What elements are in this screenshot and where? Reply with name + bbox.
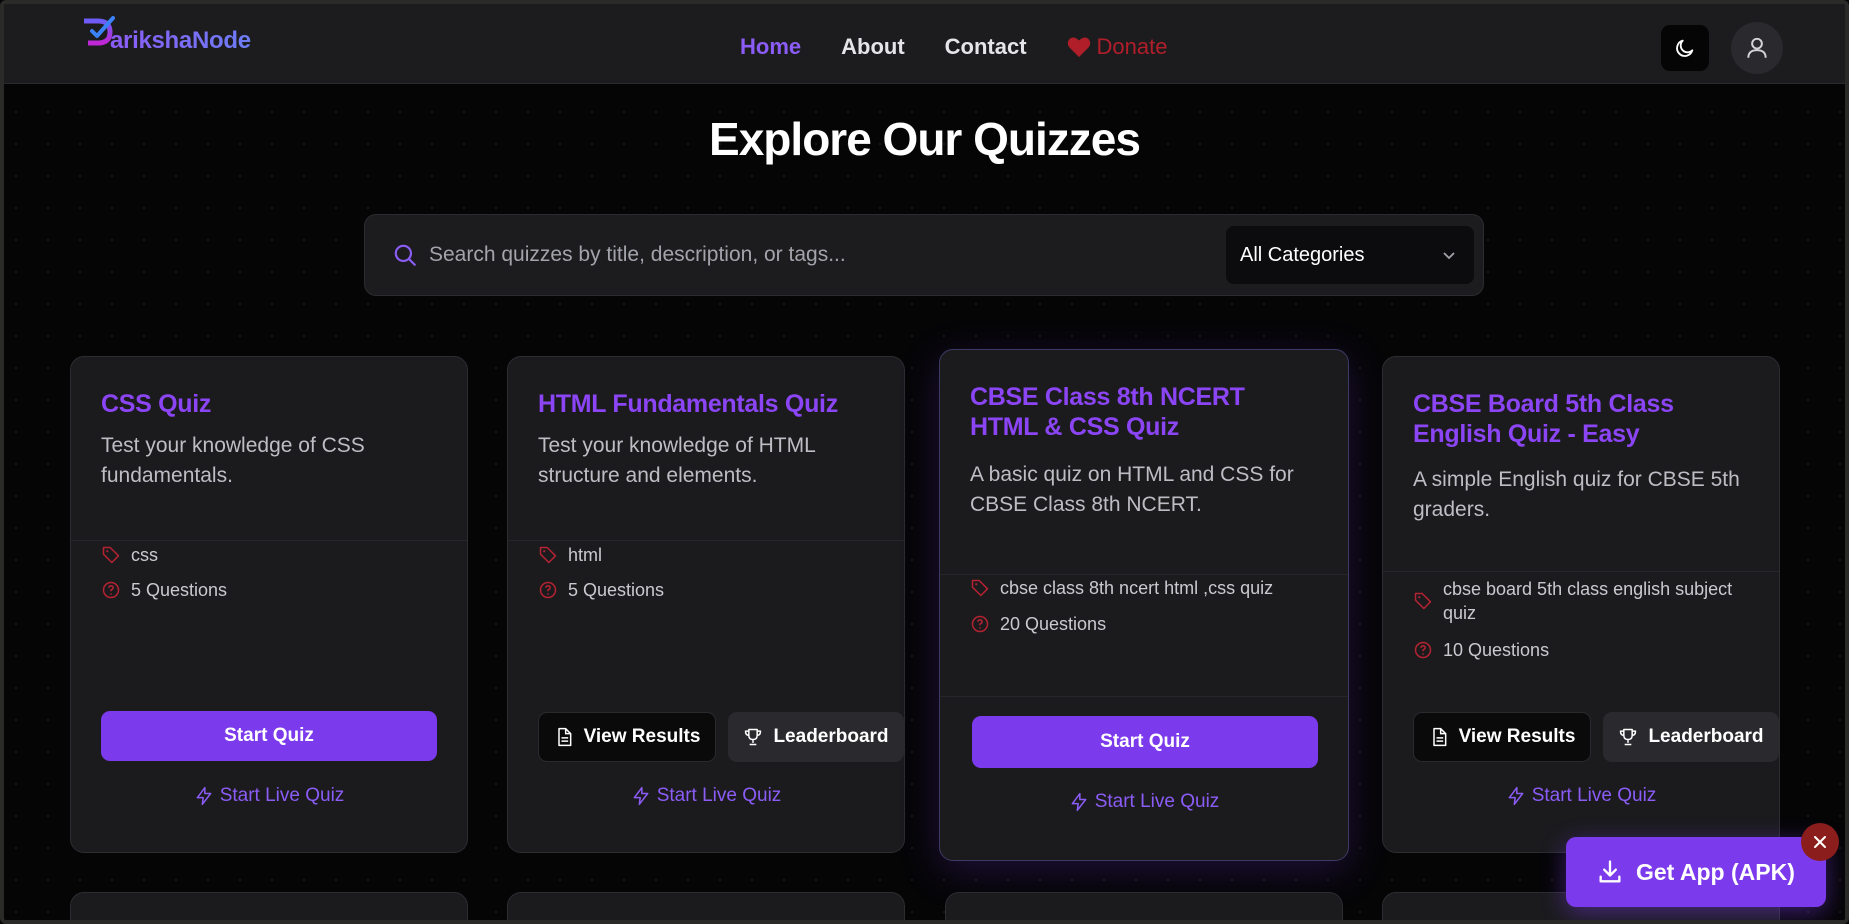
quiz-question-count: 5 Questions xyxy=(131,580,228,600)
help-circle-icon xyxy=(102,581,120,599)
help-circle-icon xyxy=(971,615,989,633)
search-bar: All Categories xyxy=(364,214,1484,296)
quiz-card: HTML Fundamentals Quiz Test your knowled… xyxy=(507,356,905,853)
start-live-quiz-link[interactable]: Start Live Quiz xyxy=(508,785,904,807)
card-divider xyxy=(940,574,1348,575)
main-nav: Home About Contact Donate xyxy=(740,34,1168,60)
view-results-label: View Results xyxy=(583,726,701,747)
trophy-icon xyxy=(745,728,762,746)
quiz-question-count: 10 Questions xyxy=(1443,640,1550,660)
leaderboard-label: Leaderboard xyxy=(773,726,889,747)
download-icon xyxy=(1599,860,1621,883)
start-live-quiz-label: Start Live Quiz xyxy=(1531,785,1657,806)
start-live-quiz-link[interactable]: Start Live Quiz xyxy=(940,791,1348,813)
quiz-questions-row: 20 Questions xyxy=(970,612,1330,636)
quiz-question-count: 5 Questions xyxy=(568,580,665,600)
search-icon xyxy=(392,242,418,273)
quiz-card: CSS Quiz Test your knowledge of CSS fund… xyxy=(70,356,468,853)
quiz-tag-row: html xyxy=(538,543,878,567)
zap-icon xyxy=(196,786,212,806)
leaderboard-button[interactable]: Leaderboard xyxy=(728,712,904,762)
help-circle-icon xyxy=(539,581,557,599)
category-select-value: All Categories xyxy=(1240,243,1365,266)
quiz-card xyxy=(945,892,1343,924)
quiz-card xyxy=(507,892,905,924)
quiz-title[interactable]: HTML Fundamentals Quiz xyxy=(538,389,888,419)
close-get-app-button[interactable] xyxy=(1801,823,1839,861)
close-icon xyxy=(1814,836,1826,848)
user-icon xyxy=(1747,37,1767,58)
nav-donate[interactable]: Donate xyxy=(1067,34,1168,60)
search-input[interactable] xyxy=(429,235,1169,275)
nav-donate-label: Donate xyxy=(1096,34,1168,59)
nav-home[interactable]: Home xyxy=(740,34,801,60)
get-app-button[interactable]: Get App (APK) xyxy=(1566,837,1826,907)
quiz-questions-row: 5 Questions xyxy=(101,578,441,602)
top-navbar: arikshaNode Home About Contact Donate xyxy=(4,4,1845,84)
tag-icon xyxy=(971,579,989,597)
quiz-description: Test your knowledge of CSS fundamentals. xyxy=(101,434,365,487)
start-quiz-button[interactable]: Start Quiz xyxy=(972,716,1318,768)
quiz-card: CBSE Board 5th Class English Quiz - Easy… xyxy=(1382,356,1780,853)
zap-icon xyxy=(1071,792,1087,812)
zap-icon xyxy=(633,786,649,806)
quiz-question-count: 20 Questions xyxy=(1000,614,1107,634)
quiz-title[interactable]: CBSE Board 5th Class English Quiz - Easy xyxy=(1413,389,1733,449)
file-icon xyxy=(1432,727,1446,747)
leaderboard-label: Leaderboard xyxy=(1648,726,1764,747)
start-live-quiz-label: Start Live Quiz xyxy=(1094,791,1220,812)
category-select[interactable]: All Categories xyxy=(1226,226,1474,284)
page-title: Explore Our Quizzes xyxy=(709,113,1141,165)
logo-icon xyxy=(80,15,118,63)
start-quiz-button[interactable]: Start Quiz xyxy=(101,711,437,761)
quiz-tag: cbse board 5th class english subject qui… xyxy=(1443,579,1733,623)
help-circle-icon xyxy=(1414,641,1432,659)
quiz-title[interactable]: CBSE Class 8th NCERT HTML & CSS Quiz xyxy=(970,382,1270,442)
user-account-button[interactable] xyxy=(1731,22,1783,74)
quiz-title[interactable]: CSS Quiz xyxy=(101,389,441,419)
tag-icon xyxy=(1414,592,1432,610)
chevron-down-icon xyxy=(1443,252,1455,260)
quiz-questions-row: 10 Questions xyxy=(1413,638,1753,662)
view-results-button[interactable]: View Results xyxy=(1413,712,1591,762)
heart-icon xyxy=(1067,37,1090,57)
quiz-description: Test your knowledge of HTML structure an… xyxy=(538,434,816,487)
quiz-description: A basic quiz on HTML and CSS for CBSE Cl… xyxy=(970,463,1294,516)
quiz-tag-row: cbse board 5th class english subject qui… xyxy=(1413,577,1753,625)
quiz-tag: css xyxy=(131,545,158,565)
trophy-icon xyxy=(1620,728,1637,746)
file-icon xyxy=(557,727,571,747)
nav-about[interactable]: About xyxy=(841,34,905,60)
quiz-tag-row: cbse class 8th ncert html ,css quiz xyxy=(970,576,1330,600)
leaderboard-button[interactable]: Leaderboard xyxy=(1603,712,1779,762)
brand-name: arikshaNode xyxy=(110,27,251,54)
start-live-quiz-label: Start Live Quiz xyxy=(219,785,345,806)
get-app-label: Get App (APK) xyxy=(1636,858,1795,885)
view-results-label: View Results xyxy=(1458,726,1576,747)
quiz-tag-row: css xyxy=(101,543,441,567)
card-divider xyxy=(508,540,904,541)
quiz-tag: cbse class 8th ncert html ,css quiz xyxy=(1000,578,1274,598)
tag-icon xyxy=(539,546,557,564)
nav-contact[interactable]: Contact xyxy=(945,34,1027,60)
card-divider xyxy=(940,696,1348,697)
start-live-quiz-label: Start Live Quiz xyxy=(656,785,782,806)
quiz-card: CBSE Class 8th NCERT HTML & CSS Quiz A b… xyxy=(939,349,1349,861)
card-divider xyxy=(71,540,467,541)
theme-toggle-button[interactable] xyxy=(1661,25,1709,71)
quiz-card xyxy=(70,892,468,924)
quiz-tag: html xyxy=(568,545,603,565)
start-live-quiz-link[interactable]: Start Live Quiz xyxy=(71,785,467,807)
card-divider xyxy=(1383,571,1779,572)
zap-icon xyxy=(1508,786,1524,806)
moon-icon xyxy=(1676,39,1694,57)
tag-icon xyxy=(102,546,120,564)
quiz-description: A simple English quiz for CBSE 5th grade… xyxy=(1413,468,1740,521)
brand-logo[interactable]: arikshaNode xyxy=(80,13,251,65)
start-live-quiz-link[interactable]: Start Live Quiz xyxy=(1383,785,1779,807)
quiz-questions-row: 5 Questions xyxy=(538,578,878,602)
view-results-button[interactable]: View Results xyxy=(538,712,716,762)
